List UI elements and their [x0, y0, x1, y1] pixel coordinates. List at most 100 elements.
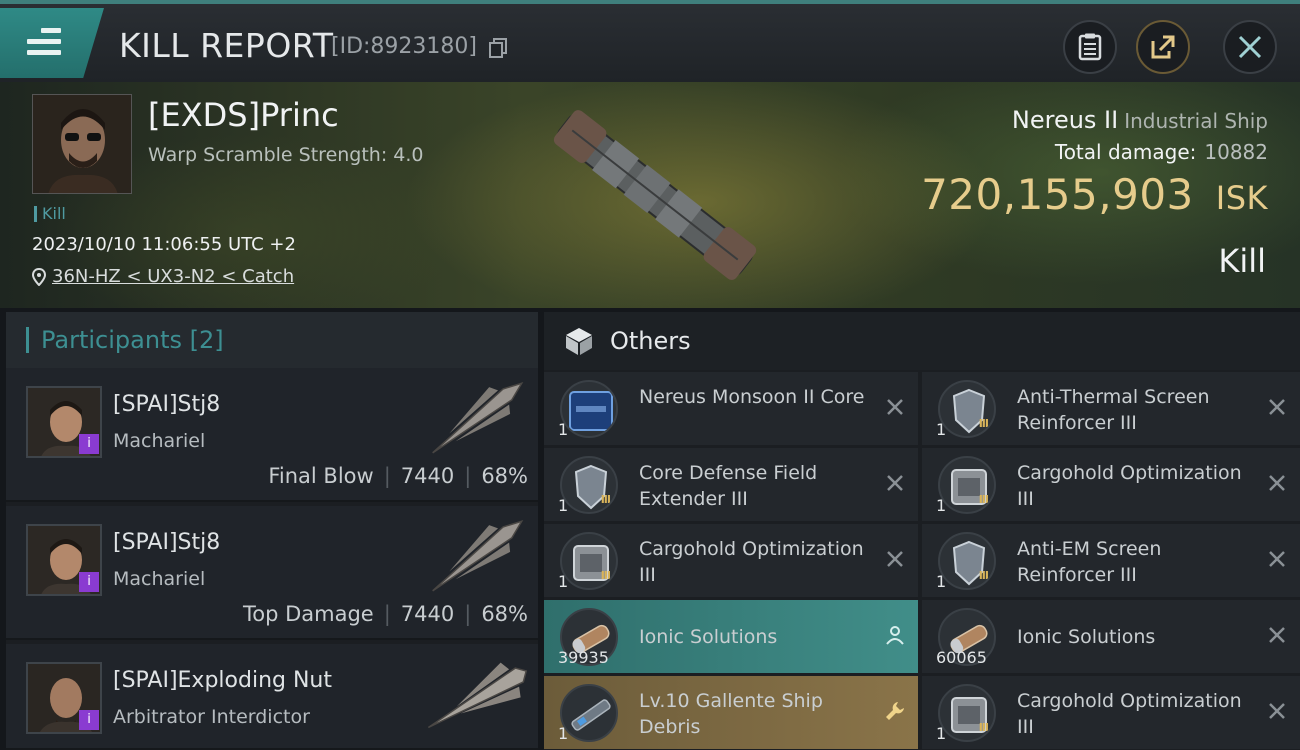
victim-ship-image [553, 110, 757, 280]
others-title: Others [610, 327, 691, 355]
participant-name: [SPAI]Stj8 [113, 392, 221, 417]
item-row-highlighted[interactable]: 39935 Ionic Solutions [544, 600, 918, 673]
isk-unit: ISK [1215, 179, 1268, 217]
participant-ship: Arbitrator Interdictor [113, 706, 310, 728]
item-quantity: 1 [558, 572, 569, 591]
participants-header: Participants [2] [6, 312, 538, 368]
item-row-highlighted[interactable]: 1 Lv.10 Gallente Ship Debris [544, 676, 918, 749]
item-row[interactable]: III 1 Cargohold Optimization III [544, 524, 918, 597]
shield-module-icon: III [938, 380, 996, 438]
item-name: Core Defense Field Extender III [639, 462, 818, 510]
participant-ship-image [432, 520, 524, 592]
destroyed-icon [887, 399, 903, 415]
ship-name: Nereus II [1011, 106, 1119, 134]
item-quantity: 39935 [558, 648, 609, 667]
participant-ship-image [432, 382, 524, 454]
warp-scramble-strength: Warp Scramble Strength: 4.0 [148, 144, 424, 166]
total-damage-value: 10882 [1204, 140, 1268, 164]
cargohold-module-icon: III [560, 532, 618, 590]
item-row[interactable]: III 1 Cargohold Optimization III [922, 448, 1300, 521]
participant-damage: 7440 [400, 602, 455, 626]
menu-icon [27, 28, 61, 56]
close-button[interactable] [1223, 20, 1277, 74]
destroyed-icon [887, 551, 903, 567]
participant-stats: Final Blow | 7440 | 68% [268, 464, 528, 488]
share-button[interactable] [1136, 20, 1190, 74]
item-row[interactable]: III 1 Core Defense Field Extender III [544, 448, 918, 521]
participant-name: [SPAI]Exploding Nut [113, 668, 332, 693]
core-icon [560, 380, 618, 438]
item-quantity: 1 [936, 572, 947, 591]
result-label: Kill [1218, 242, 1266, 280]
location-text: 36N-HZ < UX3-N2 < Catch [52, 266, 295, 287]
participant-stats: Top Damage | 7440 | 68% [242, 602, 528, 626]
menu-button[interactable] [0, 8, 104, 78]
header-accent [26, 327, 29, 353]
participant-role: Top Damage [242, 602, 374, 626]
page-title: KILL REPORT [119, 26, 334, 65]
item-row[interactable]: III 1 Cargohold Optimization III [922, 676, 1300, 749]
shield-module-icon: III [560, 456, 618, 514]
cube-icon [566, 328, 592, 355]
item-quantity: 1 [936, 496, 947, 515]
others-header: Others [544, 312, 1300, 370]
location-link[interactable]: 36N-HZ < UX3-N2 < Catch [32, 266, 294, 287]
destroyed-icon [1269, 475, 1285, 491]
participant-role: Final Blow [268, 464, 374, 488]
cargohold-module-icon: III [938, 684, 996, 742]
close-icon [1238, 35, 1262, 59]
item-name: Anti-Thermal Screen Reinforcer III [1017, 386, 1210, 434]
item-quantity: 1 [936, 724, 947, 743]
item-name: Cargohold Optimization III [639, 538, 864, 586]
ship-debris-icon [560, 684, 618, 742]
item-row[interactable]: 1 Nereus Monsoon II Core [544, 372, 918, 445]
victim-ship[interactable]: Nereus II Industrial Ship [1012, 106, 1268, 134]
participant-row[interactable]: i [SPAI]Stj8 Machariel Top Damage | 7440… [6, 506, 538, 640]
isk-value: 720,155,903 ISK [921, 170, 1268, 219]
participant-ship: Machariel [113, 430, 206, 452]
destroyed-icon [1269, 703, 1285, 719]
pilot-dropped-icon [886, 626, 904, 645]
destroyed-icon [887, 475, 903, 491]
participant-percent: 68% [481, 464, 528, 488]
share-icon [1151, 35, 1175, 59]
participants-panel: Participants [2] i [SPAI]Stj8 Machariel … [6, 312, 538, 750]
item-quantity: 1 [558, 496, 569, 515]
header-bar: KILL REPORT [ID:8923180] [0, 0, 1300, 82]
item-name: Ionic Solutions [639, 626, 778, 648]
destroyed-icon [1269, 551, 1285, 567]
clipboard-icon [1078, 33, 1102, 61]
destroyed-icon [1269, 627, 1285, 643]
report-id: [ID:8923180] [331, 34, 477, 59]
shield-module-icon: III [938, 532, 996, 590]
location-pin-icon [32, 267, 46, 286]
wrench-icon [886, 702, 904, 720]
item-quantity: 60065 [936, 648, 987, 667]
report-button[interactable] [1063, 20, 1117, 74]
item-quantity: 1 [558, 724, 569, 743]
victim-name[interactable]: [EXDS]Princ [148, 96, 339, 134]
others-panel: Others 1 Nereus Monsoon II Core III 1 An… [544, 312, 1300, 750]
participant-ship: Machariel [113, 568, 206, 590]
participant-row[interactable]: i [SPAI]Exploding Nut Arbitrator Interdi… [6, 644, 538, 750]
corp-badge-icon: i [79, 434, 99, 454]
kill-datetime: 2023/10/10 11:06:55 UTC +2 [32, 234, 296, 255]
item-name: Cargohold Optimization III [1017, 690, 1242, 738]
total-damage-label: Total damage: [1054, 140, 1197, 164]
item-name: Cargohold Optimization III [1017, 462, 1242, 510]
copy-icon[interactable] [489, 38, 507, 58]
item-quantity: 1 [936, 420, 947, 439]
isk-amount: 720,155,903 [921, 170, 1194, 219]
item-row[interactable]: III 1 Anti-Thermal Screen Reinforcer III [922, 372, 1300, 445]
corp-badge-icon: i [79, 710, 99, 730]
item-quantity: 1 [558, 420, 569, 439]
participant-damage: 7440 [400, 464, 455, 488]
participant-ship-image [427, 662, 528, 729]
victim-avatar[interactable] [32, 94, 132, 194]
victim-summary: [EXDS]Princ Warp Scramble Strength: 4.0 … [0, 82, 1300, 308]
participants-title: Participants [2] [41, 326, 224, 354]
item-row[interactable]: III 1 Anti-EM Screen Reinforcer III [922, 524, 1300, 597]
participant-row[interactable]: i [SPAI]Stj8 Machariel Final Blow | 7440… [6, 368, 538, 502]
item-row[interactable]: 60065 Ionic Solutions [922, 600, 1300, 673]
item-name: Anti-EM Screen Reinforcer III [1017, 538, 1162, 586]
